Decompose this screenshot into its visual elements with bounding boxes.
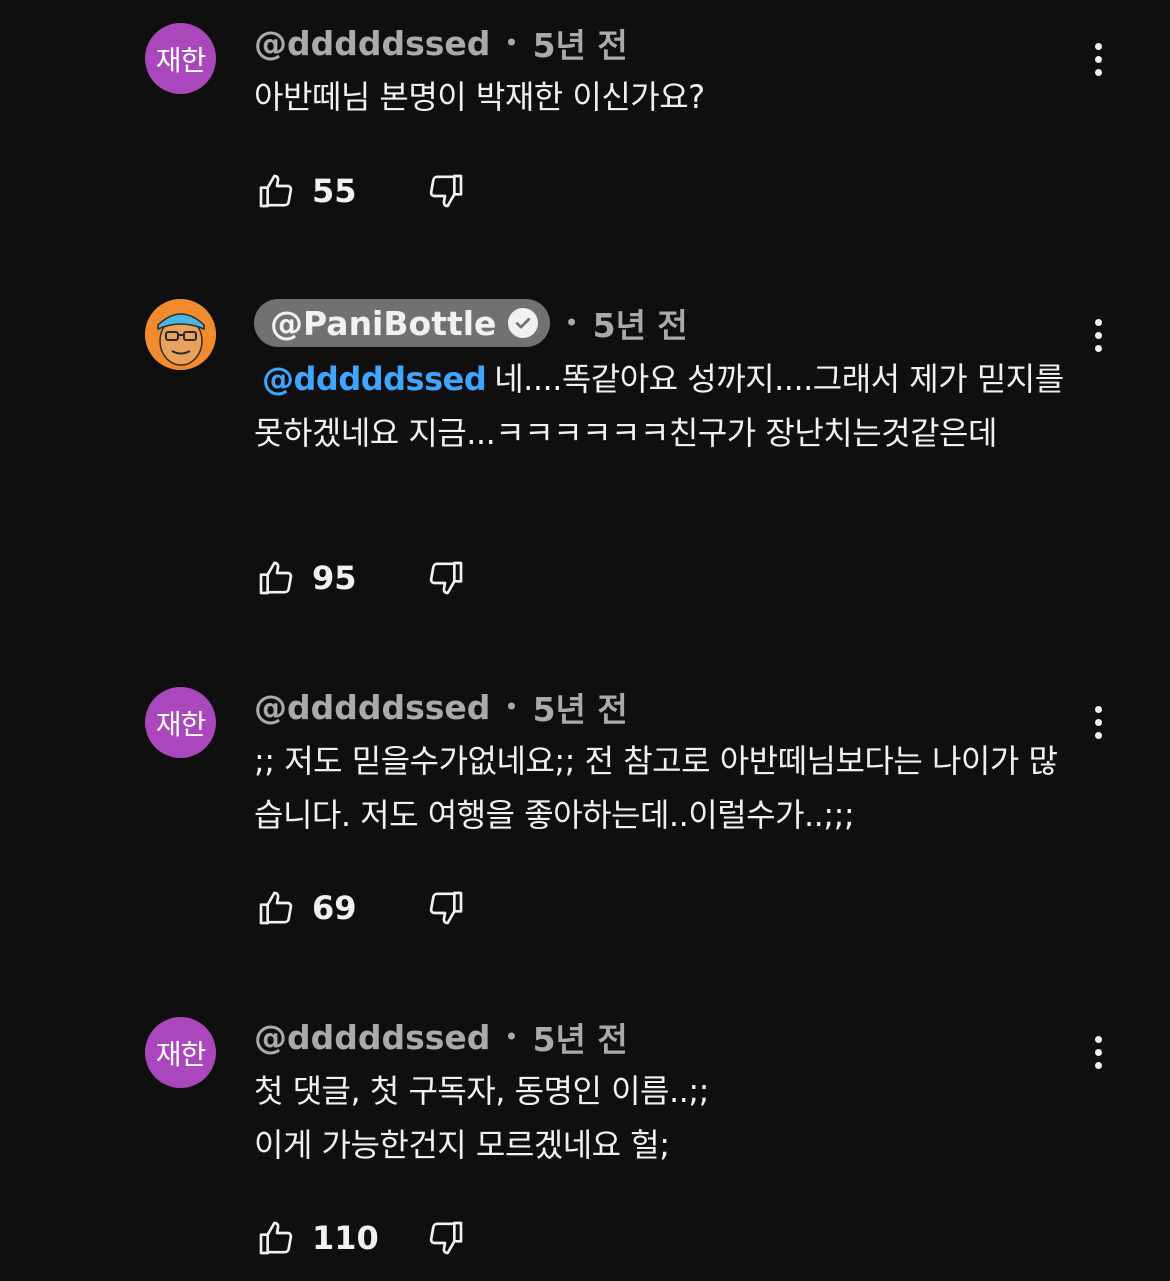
separator: •	[504, 29, 519, 57]
timestamp[interactable]: 5년 전	[533, 683, 628, 731]
thumbs-down-icon	[429, 561, 463, 595]
comment-actions: 69	[254, 883, 468, 933]
more-vert-icon[interactable]	[1082, 697, 1114, 747]
comment-text: 아반떼님 본명이 박재한 이신가요?	[254, 78, 705, 116]
comment-line: 이게 가능한건지 모르겠네요 헐;	[254, 1126, 670, 1164]
comment-header: @dddddssed • 5년 전	[254, 683, 628, 731]
dislike-button[interactable]	[424, 886, 468, 930]
channel-owner-avatar-icon	[145, 299, 216, 370]
more-vert-icon[interactable]	[1082, 34, 1114, 84]
comment-header: @dddddssed • 5년 전	[254, 19, 628, 67]
like-count: 95	[312, 559, 357, 597]
author-handle: @PaniBottle	[270, 303, 497, 343]
like-button[interactable]	[254, 886, 298, 930]
more-vert-icon[interactable]	[1082, 1027, 1114, 1077]
timestamp[interactable]: 5년 전	[533, 1013, 628, 1061]
comment-text: @dddddssed 네....똑같아요 성까지....그래서 제가 믿지를 못하…	[254, 352, 1084, 460]
like-count: 55	[312, 172, 357, 210]
timestamp[interactable]: 5년 전	[593, 299, 688, 347]
thumbs-up-icon	[259, 891, 293, 925]
dislike-button[interactable]	[424, 169, 468, 213]
channel-owner-chip[interactable]: @PaniBottle	[254, 299, 551, 347]
like-button[interactable]	[254, 169, 298, 213]
like-count: 69	[312, 889, 357, 927]
like-button[interactable]	[254, 556, 298, 600]
timestamp[interactable]: 5년 전	[533, 19, 628, 67]
comment-actions: 95	[254, 553, 468, 603]
comment-text: ;; 저도 믿을수가없네요;; 전 참고로 아반떼님보다는 나이가 많습니다. …	[254, 742, 1058, 834]
thumbs-up-icon	[259, 174, 293, 208]
mention-link[interactable]: @dddddssed	[262, 360, 487, 398]
comment-header: @dddddssed • 5년 전	[254, 1013, 628, 1061]
comment-line: 첫 댓글, 첫 구독자, 동명인 이름..;;	[254, 1072, 709, 1110]
thumbs-up-icon	[259, 1221, 293, 1255]
like-count: 110	[312, 1219, 379, 1257]
avatar[interactable]: 재한	[145, 1017, 216, 1088]
comment-text: 첫 댓글, 첫 구독자, 동명인 이름..;; 이게 가능한건지 모르겠네요 헐…	[254, 1064, 1084, 1172]
avatar[interactable]: 재한	[145, 23, 216, 94]
author-handle[interactable]: @dddddssed	[254, 24, 490, 63]
verified-check-icon	[508, 308, 539, 338]
comment-actions: 55	[254, 166, 468, 216]
dislike-button[interactable]	[424, 1216, 468, 1260]
separator: •	[504, 693, 519, 721]
separator: •	[564, 309, 579, 337]
author-handle[interactable]: @dddddssed	[254, 688, 490, 727]
avatar[interactable]	[145, 299, 216, 370]
thumbs-up-icon	[259, 561, 293, 595]
avatar[interactable]: 재한	[145, 687, 216, 758]
like-button[interactable]	[254, 1216, 298, 1260]
dislike-button[interactable]	[424, 556, 468, 600]
separator: •	[504, 1023, 519, 1051]
author-handle[interactable]: @dddddssed	[254, 1018, 490, 1057]
thumbs-down-icon	[429, 174, 463, 208]
thumbs-down-icon	[429, 1221, 463, 1255]
comment-header: @PaniBottle • 5년 전	[254, 299, 688, 347]
thumbs-down-icon	[429, 891, 463, 925]
more-vert-icon[interactable]	[1082, 310, 1114, 360]
comment-actions: 110	[254, 1213, 468, 1263]
